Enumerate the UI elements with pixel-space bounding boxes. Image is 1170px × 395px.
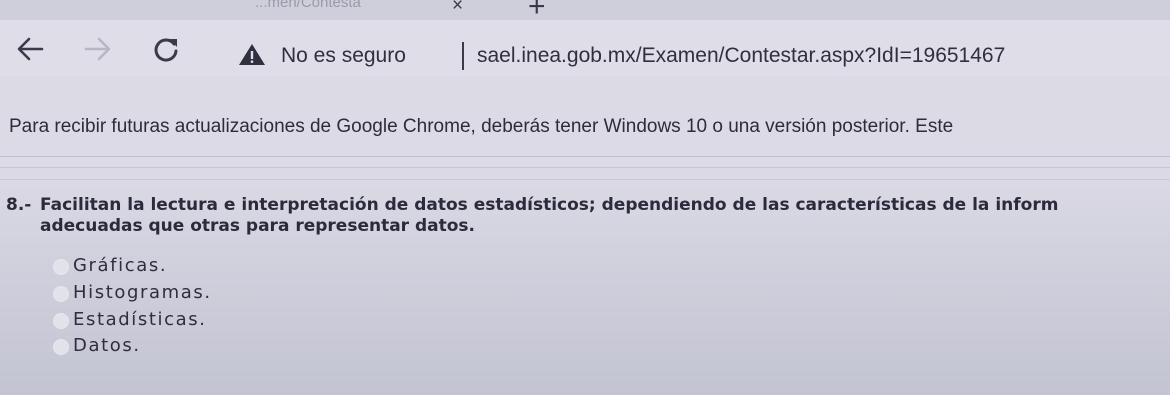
infobar-message: Para recibir futuras actualizaciones de … [9, 116, 954, 137]
question-number: 8.- [6, 195, 32, 215]
radio-button[interactable] [53, 313, 69, 329]
security-status[interactable]: No es seguro [281, 44, 406, 68]
question-text: Facilitan la lectura e interpretación de… [40, 195, 1059, 215]
option-label[interactable]: Gráficas. [73, 255, 167, 276]
radio-button[interactable] [53, 286, 69, 302]
address-separator [462, 42, 464, 70]
radio-button[interactable] [53, 259, 69, 275]
option-label[interactable]: Histogramas. [73, 282, 212, 303]
close-tab-icon[interactable]: × [452, 0, 463, 17]
new-tab-icon[interactable]: + [528, 0, 546, 22]
arrow-left-icon[interactable] [14, 34, 46, 64]
question-text-continued: adecuadas que otras para representar dat… [40, 216, 476, 236]
divider [0, 179, 1170, 180]
option-label[interactable]: Estadísticas. [73, 309, 207, 330]
arrow-right-icon[interactable] [82, 34, 114, 64]
tab-title[interactable]: ...men/Contesta [255, 0, 361, 11]
address-bar-url[interactable]: sael.inea.gob.mx/Examen/Contestar.aspx?I… [477, 44, 1005, 68]
reload-icon[interactable] [150, 34, 182, 64]
warning-triangle-icon[interactable] [238, 42, 266, 66]
tab-strip: ...men/Contesta × + [0, 0, 1170, 22]
browser-toolbar: No es seguro sael.inea.gob.mx/Examen/Con… [0, 20, 1170, 76]
divider [0, 167, 1170, 168]
update-infobar: Para recibir futuras actualizaciones de … [0, 76, 1170, 157]
option-label[interactable]: Datos. [73, 335, 141, 356]
radio-button[interactable] [53, 339, 69, 355]
